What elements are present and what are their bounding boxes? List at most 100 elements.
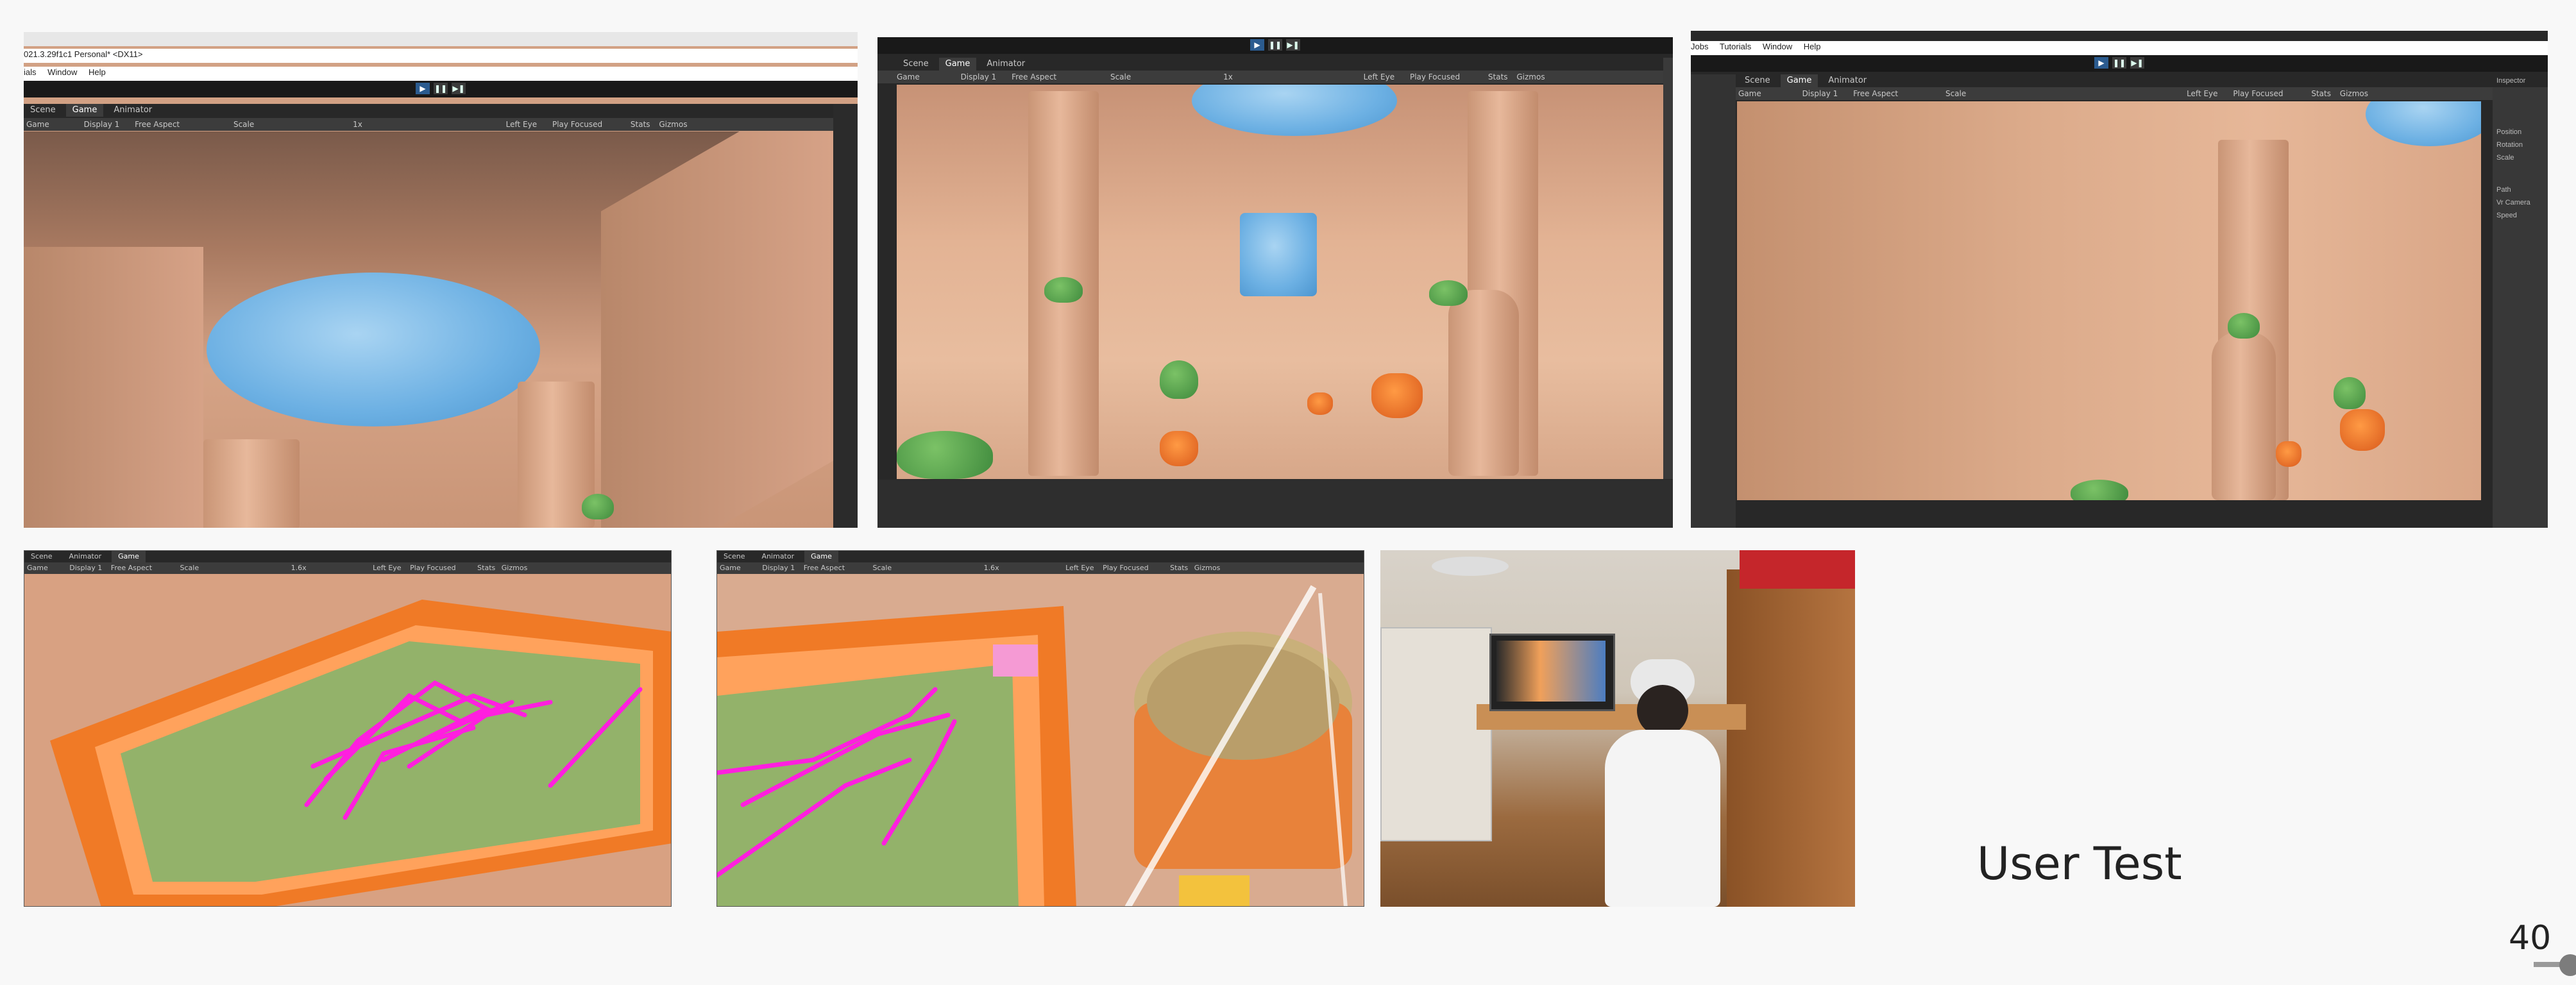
play-focused-dropdown[interactable]: Play Focused [410,564,456,572]
tab-game[interactable]: Game [65,104,104,117]
bookshelf [1380,627,1492,841]
pause-button[interactable]: ❚❚ [1268,39,1282,51]
menu-item-jobs[interactable]: Jobs [1691,42,1708,51]
gizmos-button[interactable]: Gizmos [502,564,528,572]
page-number: 40 [2509,919,2552,957]
menu-item-help[interactable]: Help [1804,42,1821,51]
menu-item-tutorials[interactable]: ials [24,67,37,77]
game-view-render [24,131,833,528]
sky-opening [1192,85,1397,136]
tab-scene[interactable]: Scene [717,551,752,562]
pause-button[interactable]: ❚❚ [434,83,448,94]
stats-button[interactable]: Stats [1488,72,1508,81]
plant [2334,377,2366,409]
plant [1160,360,1198,399]
game-dropdown[interactable]: Game [1738,89,1761,98]
tab-bar: Scene Game Animator [24,104,858,119]
pause-button[interactable]: ❚❚ [2112,57,2126,69]
inspector-title: Inspector [2493,74,2548,87]
stats-button[interactable]: Stats [631,120,650,129]
scale-value: 1x [353,120,362,129]
slide-caption: User Test [1977,838,2182,890]
play-button[interactable]: ▶ [416,83,430,94]
game-view-bar: Game Display 1 Free Aspect Scale 1.6x Le… [24,562,671,574]
play-button[interactable]: ▶ [1250,39,1264,51]
page-progress-handle[interactable] [2559,954,2576,976]
tab-game[interactable]: Game [1780,74,1818,87]
eye-dropdown[interactable]: Left Eye [1065,564,1094,572]
grass-bed [717,664,1019,906]
play-focused-dropdown[interactable]: Play Focused [552,120,602,129]
play-focused-dropdown[interactable]: Play Focused [1103,564,1149,572]
step-button[interactable]: ▶❚ [452,83,466,94]
tab-bar: Scene Game Animator [1691,74,2548,88]
display-dropdown[interactable]: Display 1 [762,564,795,572]
aspect-dropdown[interactable]: Free Aspect [135,120,180,129]
tab-scene[interactable]: Scene [1738,74,1777,87]
orange-pot [1371,373,1423,418]
tab-animator[interactable]: Animator [1822,74,1873,87]
left-wall [24,247,203,528]
tab-scene[interactable]: Scene [24,104,62,117]
eye-dropdown[interactable]: Left Eye [2187,89,2217,98]
stats-button[interactable]: Stats [1170,564,1188,572]
scale-label: Scale [180,564,199,572]
gizmos-button[interactable]: Gizmos [659,120,687,129]
tab-animator[interactable]: Animator [980,58,1031,71]
window-title-text: 021.3.29f1c1 Personal* <DX11> [24,49,143,59]
gizmos-button[interactable]: Gizmos [1516,72,1545,81]
gizmos-button[interactable]: Gizmos [2340,89,2368,98]
tab-animator[interactable]: Animator [107,104,158,117]
gizmos-button[interactable]: Gizmos [1194,564,1221,572]
menu-item-tutorials[interactable]: Tutorials [1720,42,1751,51]
aspect-dropdown[interactable]: Free Aspect [804,564,845,572]
play-focused-dropdown[interactable]: Play Focused [2233,89,2283,98]
display-dropdown[interactable]: Display 1 [1802,89,1838,98]
menu-item-window[interactable]: Window [47,67,77,77]
menu-item-window[interactable]: Window [1763,42,1792,51]
bottom-status-strip [877,480,1673,528]
sand-tray-render [24,574,671,906]
inspector-row-scale: Scale [2496,154,2514,162]
tab-game[interactable]: Game [112,551,146,562]
eye-dropdown[interactable]: Left Eye [1364,72,1394,81]
step-button[interactable]: ▶❚ [2130,57,2144,69]
display-dropdown[interactable]: Display 1 [961,72,997,81]
scale-label: Scale [1945,89,1967,98]
display-dropdown[interactable]: Display 1 [84,120,120,129]
yellow-block [1179,875,1250,906]
play-toolbar: ▶ ❚❚ ▶❚ [1691,55,2548,72]
game-dropdown[interactable]: Game [720,564,741,572]
laptop-display [1496,641,1606,702]
tab-animator[interactable]: Animator [756,551,801,562]
orange-pot [2340,409,2385,451]
tab-game[interactable]: Game [938,58,977,71]
aspect-dropdown[interactable]: Free Aspect [111,564,152,572]
inspector-row-speed: Speed [2496,212,2517,219]
play-focused-dropdown[interactable]: Play Focused [1410,72,1460,81]
stats-button[interactable]: Stats [477,564,495,572]
step-button[interactable]: ▶❚ [1286,39,1300,51]
eye-dropdown[interactable]: Left Eye [373,564,401,572]
display-dropdown[interactable]: Display 1 [69,564,102,572]
tab-bar: Scene Game Animator [877,58,1673,71]
stats-button[interactable]: Stats [2311,89,2331,98]
aspect-dropdown[interactable]: Free Aspect [1012,72,1056,81]
game-dropdown[interactable]: Game [26,120,49,129]
orange-pot [1160,431,1198,466]
tab-game[interactable]: Game [804,551,838,562]
tab-animator[interactable]: Animator [63,551,108,562]
unity-screenshot-3: Jobs Tutorials Window Help ▶ ❚❚ ▶❚ Scene Ga… [1691,31,2548,528]
game-view-render [1737,101,2481,500]
game-dropdown[interactable]: Game [897,72,920,81]
aspect-dropdown[interactable]: Free Aspect [1853,89,1898,98]
menu-item-help[interactable]: Help [89,67,106,77]
game-dropdown[interactable]: Game [27,564,48,572]
menu-bar: Jobs Tutorials Window Help [1691,41,2548,55]
pink-block [993,644,1038,677]
tab-scene[interactable]: Scene [897,58,935,71]
eye-dropdown[interactable]: Left Eye [506,120,537,129]
tab-scene[interactable]: Scene [24,551,59,562]
play-button[interactable]: ▶ [2094,57,2108,69]
sand-tray-closeup-render [717,574,1364,906]
